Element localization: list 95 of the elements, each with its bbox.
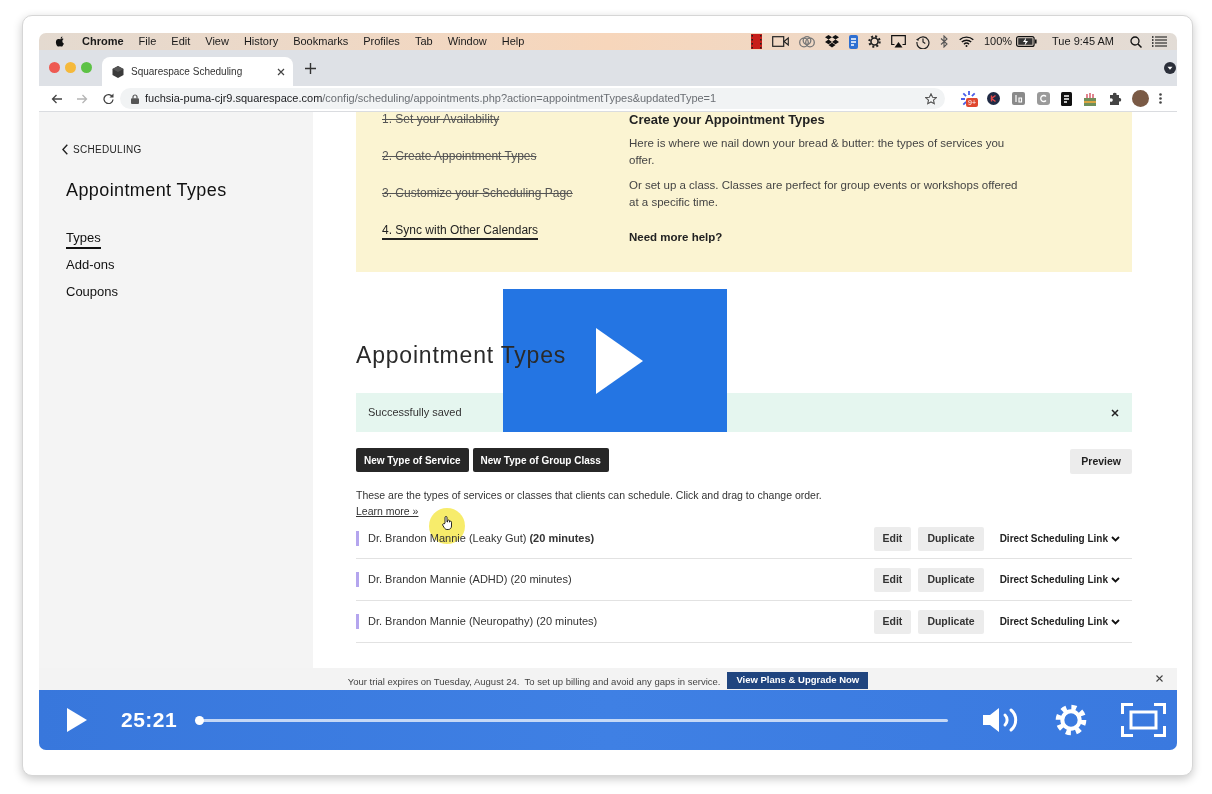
chevron-down-icon xyxy=(1111,576,1120,583)
new-tab-icon[interactable] xyxy=(305,62,316,74)
sidebar-nav-item[interactable]: Coupons xyxy=(66,283,119,303)
appointment-type-row[interactable]: Dr. Brandon Mannie (Neuropathy) (20 minutes) Edit Duplicate Direct Scheduling Link xyxy=(356,601,1132,643)
menu-item[interactable]: History xyxy=(243,33,279,50)
puzzle-piece-icon[interactable] xyxy=(1109,92,1122,105)
menu-bar-clock[interactable]: Tue 9:45 AM xyxy=(1052,33,1114,50)
edit-button[interactable]: Edit xyxy=(873,567,912,592)
apple-logo-icon[interactable] xyxy=(55,35,66,48)
edit-button[interactable]: Edit xyxy=(873,526,912,551)
scheduling-link-dropdown[interactable]: Direct Scheduling Link xyxy=(999,614,1120,629)
battery-charging-icon[interactable] xyxy=(1016,36,1038,47)
menu-item[interactable]: Edit xyxy=(171,33,191,50)
overlapping-rings-icon[interactable] xyxy=(798,35,815,48)
help-link[interactable]: Need more help? xyxy=(629,229,723,246)
duplicate-button[interactable]: Duplicate xyxy=(918,567,984,592)
dropbox-icon[interactable] xyxy=(824,35,839,48)
film-strip-icon[interactable] xyxy=(750,34,762,49)
back-arrow-icon[interactable] xyxy=(51,93,62,104)
sidebar-title: Appointment Types xyxy=(66,179,227,202)
gear-icon[interactable] xyxy=(867,35,881,48)
k-circle-icon[interactable] xyxy=(987,92,1000,105)
close-icon[interactable] xyxy=(277,67,285,76)
close-icon[interactable] xyxy=(1111,408,1119,417)
search-icon[interactable] xyxy=(1130,35,1142,48)
learn-more-link[interactable]: Learn more » xyxy=(356,504,419,519)
cake-icon[interactable] xyxy=(1083,91,1097,106)
play-button[interactable] xyxy=(503,289,727,432)
wifi-icon[interactable] xyxy=(958,36,974,47)
bluetooth-icon[interactable] xyxy=(939,35,949,48)
new-type-button[interactable]: New Type of Service xyxy=(356,448,469,472)
play-icon xyxy=(596,327,643,394)
appointment-type-name: Dr. Brandon Mannie (ADHD) (20 minutes) xyxy=(368,572,572,588)
alert-message: Successfully saved xyxy=(368,405,462,421)
square-extension-icon[interactable] xyxy=(1012,92,1025,105)
airplay-icon[interactable] xyxy=(890,35,906,48)
help-paragraph: Or set up a class. Classes are perfect for group events or workshops offered at a specific time. xyxy=(629,178,1019,210)
swirl-square-icon[interactable] xyxy=(1037,92,1050,105)
cube-icon xyxy=(112,65,124,78)
browser-tab[interactable]: Squarespace Scheduling xyxy=(102,57,293,86)
close-icon[interactable] xyxy=(1156,675,1163,682)
video-time: 25:21 xyxy=(121,707,178,734)
setup-step[interactable]: 3. Customize your Scheduling Page xyxy=(382,186,573,203)
menu-item[interactable]: Profiles xyxy=(363,33,400,50)
menu-item[interactable]: File xyxy=(138,33,157,50)
sidebar-nav-item[interactable]: Types xyxy=(66,229,101,249)
battery-percent: 100% xyxy=(983,34,1013,50)
menu-item[interactable]: View xyxy=(205,33,229,50)
fullscreen-icon[interactable] xyxy=(1121,703,1167,737)
scheduling-link-dropdown[interactable]: Direct Scheduling Link xyxy=(999,572,1120,587)
back-link[interactable]: SCHEDULING xyxy=(62,142,142,157)
menu-item[interactable]: Tab xyxy=(414,33,433,50)
avatar-icon[interactable] xyxy=(1132,90,1149,107)
edit-button[interactable]: Edit xyxy=(873,609,912,634)
play-icon[interactable] xyxy=(67,708,87,732)
menu-item[interactable]: Bookmarks xyxy=(293,33,349,50)
chevron-left-icon xyxy=(62,144,68,155)
scheduling-link-dropdown[interactable]: Direct Scheduling Link xyxy=(999,531,1120,546)
description-text: These are the types of services or classes that clients can schedule. Click and drag to change order. xyxy=(356,488,823,503)
progress-thumb[interactable] xyxy=(195,715,205,725)
tab-title: Squarespace Scheduling xyxy=(131,65,243,79)
star-icon[interactable] xyxy=(925,92,937,105)
url-text: fuchsia-puma-cjr9.squarespace.com/config/scheduling/appointments.php?action=appointmentTypes&updatedType=1 xyxy=(145,91,717,107)
lock-icon xyxy=(131,93,139,104)
appointment-type-name: Dr. Brandon Mannie (Neuropathy) (20 minutes) xyxy=(368,614,598,630)
duplicate-button[interactable]: Duplicate xyxy=(918,526,984,551)
preview-button[interactable]: Preview xyxy=(1070,449,1132,474)
reload-icon[interactable] xyxy=(103,93,114,104)
shield-icon[interactable] xyxy=(848,34,858,49)
help-paragraph: Here is where we nail down your bread & butter: the types of services you offer. xyxy=(629,136,1006,168)
upgrade-button[interactable]: View Plans & Upgrade Now xyxy=(727,672,869,689)
sidebar-nav-item[interactable]: Add-ons xyxy=(66,256,115,276)
setup-step[interactable]: 2. Create Appointment Types xyxy=(382,149,537,166)
more-menu-icon[interactable] xyxy=(1159,93,1162,104)
video-camera-icon[interactable] xyxy=(771,36,789,47)
clipboard-icon[interactable] xyxy=(1061,91,1072,106)
setup-step[interactable]: 4. Sync with Other Calendars xyxy=(382,223,539,240)
settings-icon[interactable] xyxy=(1055,704,1088,736)
appointment-type-row[interactable]: Dr. Brandon Mannie (ADHD) (20 minutes) Edit Duplicate Direct Scheduling Link xyxy=(356,559,1132,601)
menu-item[interactable]: Help xyxy=(501,33,525,50)
close-window-icon[interactable] xyxy=(49,62,60,73)
list-icon[interactable] xyxy=(1152,36,1167,47)
clock-history-icon[interactable] xyxy=(915,34,930,49)
menu-item[interactable]: Window xyxy=(447,33,487,50)
hand-cursor-icon xyxy=(442,516,453,530)
chevron-down-icon xyxy=(1111,618,1120,625)
app-menu[interactable]: Chrome xyxy=(82,33,124,50)
trial-message: Your trial expires on Tuesday, August 24. To set up billing and avoid any gaps in service. xyxy=(347,675,721,689)
address-field[interactable]: fuchsia-puma-cjr9.squarespace.com/config/scheduling/appointments.php?action=appointmentTypes&updatedType=1 xyxy=(120,88,945,109)
chevron-down-icon xyxy=(1111,535,1120,542)
help-title: Create your Appointment Types xyxy=(629,112,825,127)
new-type-button[interactable]: New Type of Group Class xyxy=(472,448,609,472)
caret-circle-icon[interactable] xyxy=(1164,62,1176,74)
setup-step[interactable]: 1. Set your Availability xyxy=(382,112,500,129)
duplicate-button[interactable]: Duplicate xyxy=(918,609,984,634)
